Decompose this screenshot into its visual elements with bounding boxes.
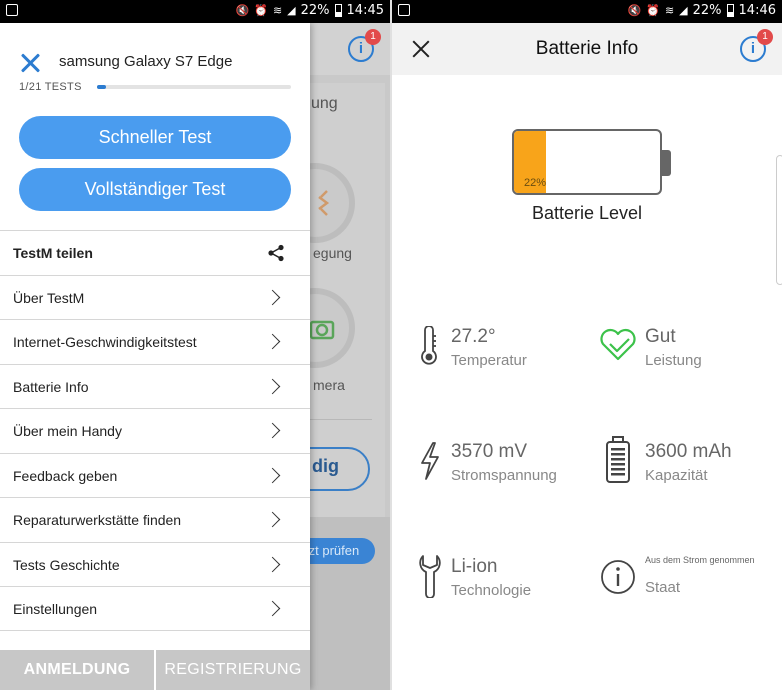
menu-item-label: Internet-Geschwindigkeitstest [13,334,197,350]
chevron-right-icon [264,600,281,617]
state-label: Staat [645,579,681,596]
background-text: egung [313,245,352,261]
chevron-right-icon [264,467,281,483]
stat-performance: Gut Leistung [645,326,702,369]
edge-card [776,155,782,285]
info-icon[interactable]: i1 [348,29,381,62]
stat-voltage: 3570 mV Stromspannung [451,441,557,484]
thermometer-icon [421,326,437,365]
background-text: mera [313,377,345,393]
full-test-button[interactable]: Vollständiger Test [19,168,291,211]
battery-icon [334,4,342,17]
performance-label: Leistung [645,352,702,369]
drawer-footer: ANMELDUNG REGISTRIERUNG [0,650,310,690]
battery-icon [606,436,630,483]
menu-item-repair-shop[interactable]: Reparaturwerkstätte finden [0,497,310,542]
status-bar: 🔇 ⏰ ≋ ◢ 22% 14:45 [0,0,390,23]
capacity-value: 3600 mAh [645,441,732,462]
capacity-label: Kapazität [645,467,708,484]
app-header: Batterie Info i1 [392,23,782,75]
menu-item-feedback[interactable]: Feedback geben [0,452,310,498]
page-title: Batterie Info [535,38,639,59]
notification-badge: 1 [365,29,381,45]
menu-item-about-phone[interactable]: Über mein Handy [0,408,310,453]
chevron-right-icon [264,511,281,528]
menu-item-test-history[interactable]: Tests Geschichte [0,541,310,587]
menu-item-label: Über TestM [13,289,85,306]
alarm-icon: ⏰ [646,4,660,17]
stat-technology: Li-ion Technologie [451,556,531,599]
heart-check-icon [600,328,636,361]
right-screen: 🔇 ⏰ ≋ ◢ 22% 14:46 Batterie Info i1 22% B… [392,0,782,690]
menu-item-speed-test[interactable]: Internet-Geschwindigkeitstest [0,319,310,364]
battery-terminal [662,150,671,176]
chevron-right-icon [264,333,281,350]
mute-icon: 🔇 [627,4,642,17]
technology-value: Li-ion [451,556,498,577]
chevron-right-icon [264,289,281,305]
temperature-label: Temperatur [451,352,527,369]
menu-item-label: Tests Geschichte [13,556,120,573]
divider [300,419,372,420]
technology-label: Technologie [451,582,532,599]
info-icon[interactable]: i1 [740,29,773,62]
close-icon[interactable] [20,53,40,73]
quick-test-button[interactable]: Schneller Test [19,116,291,159]
stat-temperature: 27.2° Temperatur [451,326,527,369]
menu-item-share[interactable]: TestM teilen [0,230,310,275]
chevron-right-icon [264,422,281,439]
stat-state: Aus dem Strom genommen Staat [645,555,755,596]
menu-item-label: Feedback geben [13,467,118,484]
menu-item-about-testm[interactable]: Über TestM [0,274,310,320]
voltage-value: 3570 mV [451,441,528,462]
background-text: ung [311,95,338,112]
performance-value: Gut [645,326,676,347]
menu-item-battery-info[interactable]: Batterie Info [0,363,310,409]
device-title: samsung Galaxy S7 Edge [59,53,233,70]
wifi-icon: ≋ [272,4,283,17]
drawer-menu: TestM teilen Über TestM Internet-Geschwi… [0,230,310,631]
notification-badge: 1 [757,29,773,45]
menu-item-label: Einstellungen [13,601,98,617]
alarm-icon: ⏰ [254,4,268,17]
menu-item-label: Über mein Handy [13,423,122,439]
navigation-drawer: samsung Galaxy S7 Edge 1/21 TESTS Schnel… [0,23,310,690]
battery-percent: 22% [300,3,330,18]
signal-icon: ◢ [679,4,688,17]
wifi-icon: ≋ [664,4,675,17]
notification-icon [398,4,410,16]
progress-text: 1/21 TESTS [19,81,82,93]
info-circle-icon [601,560,635,594]
menu-item-label: Batterie Info [13,378,89,395]
register-button[interactable]: REGISTRIERUNG [156,650,310,690]
clock: 14:46 [738,3,776,18]
signal-icon: ◢ [287,4,296,17]
status-bar: 🔇 ⏰ ≋ ◢ 22% 14:46 [392,0,782,23]
chevron-right-icon [264,378,281,394]
wrench-icon [419,555,441,598]
voltage-label: Stromspannung [451,467,557,484]
lightning-icon [421,442,439,480]
progress-fill [97,85,107,89]
battery-level-text: 22% [524,177,547,189]
clock: 14:45 [346,3,384,18]
notification-icon [6,4,18,16]
share-icon[interactable] [267,244,285,262]
menu-item-settings[interactable]: Einstellungen [0,586,310,631]
battery-icon [726,4,734,17]
mute-icon: 🔇 [235,4,250,17]
login-button[interactable]: ANMELDUNG [0,650,154,690]
battery-level-label: Batterie Level [531,203,643,223]
state-value: Aus dem Strom genommen [645,555,755,565]
chevron-right-icon [264,556,281,572]
menu-item-label: TestM teilen [13,245,93,261]
left-screen: 🔇 ⏰ ≋ ◢ 22% 14:45 i1 ung egung mera dig … [0,0,390,690]
battery-level-graphic: 22% [512,129,662,195]
menu-item-label: Reparaturwerkstätte finden [13,512,182,528]
battery-percent: 22% [692,3,722,18]
stat-capacity: 3600 mAh Kapazität [645,441,732,484]
temperature-value: 27.2° [451,326,496,347]
progress-bar [97,85,291,89]
